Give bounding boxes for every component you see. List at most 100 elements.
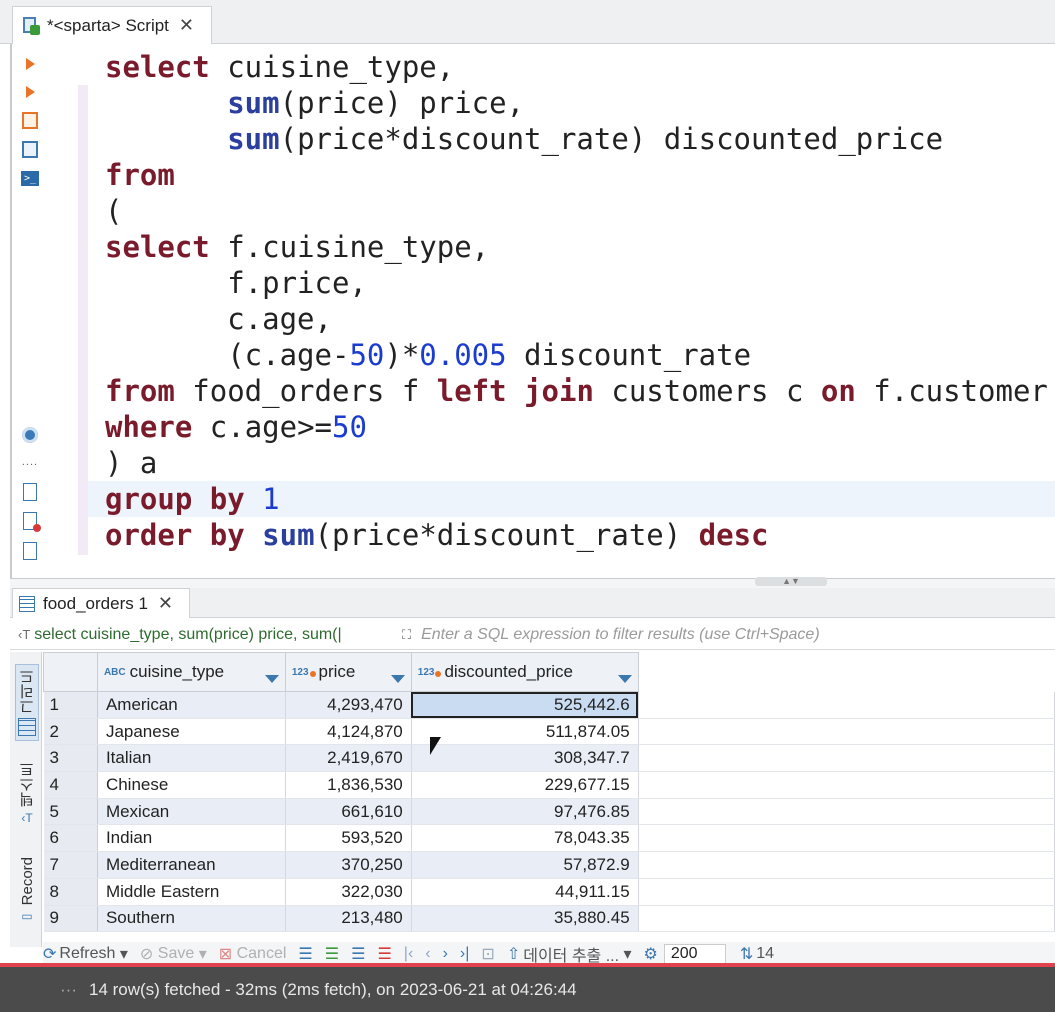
cell-cuisine-type[interactable]: Middle Eastern bbox=[97, 878, 286, 906]
column-header-price[interactable]: 123 price bbox=[284, 652, 412, 692]
row-number[interactable]: 3 bbox=[43, 744, 98, 773]
table-row[interactable]: 1 American 4,293,470 525,442.6 bbox=[43, 691, 1055, 719]
table-row[interactable]: 8 Middle Eastern 322,030 44,911.15 bbox=[43, 878, 1055, 906]
fetch-all-icon[interactable]: ⊡ bbox=[481, 944, 494, 964]
copy-row-icon[interactable]: ☰ bbox=[351, 944, 365, 964]
last-page-icon[interactable]: ›| bbox=[460, 945, 469, 963]
cell-price[interactable]: 4,124,870 bbox=[285, 718, 412, 746]
save-button[interactable]: ⊘ Save ▾ bbox=[140, 944, 207, 964]
variables-icon[interactable] bbox=[20, 541, 40, 561]
row-number[interactable]: 1 bbox=[43, 691, 98, 719]
sql-code[interactable]: select cuisine_type, sum(price) price, s… bbox=[105, 49, 1048, 553]
pane-splitter[interactable] bbox=[10, 578, 1055, 588]
column-header-discounted-price[interactable]: 123 discounted_price bbox=[410, 652, 639, 692]
code-line[interactable]: sum(price*discount_rate) discounted_pric… bbox=[105, 121, 1048, 157]
next-page-icon[interactable]: › bbox=[443, 945, 448, 963]
cell-price[interactable]: 4,293,470 bbox=[285, 691, 412, 719]
table-row[interactable]: 5 Mexican 661,610 97,476.85 bbox=[43, 798, 1055, 826]
expand-icon[interactable]: ⛶ bbox=[402, 627, 411, 643]
cell-price[interactable]: 2,419,670 bbox=[285, 744, 412, 773]
settings-gear-icon[interactable]: ⚙ bbox=[644, 944, 658, 964]
execute-statement-icon[interactable] bbox=[20, 54, 40, 74]
cell-discounted-price[interactable]: 525,442.6 bbox=[411, 691, 639, 719]
code-line[interactable]: select cuisine_type, bbox=[105, 49, 1048, 85]
code-line[interactable]: from bbox=[105, 157, 1048, 193]
table-row[interactable]: 7 Mediterranean 370,250 57,872.9 bbox=[43, 851, 1055, 879]
row-number[interactable]: 7 bbox=[43, 851, 98, 879]
code-line[interactable]: select f.cuisine_type, bbox=[105, 229, 1048, 265]
code-line[interactable]: where c.age>=50 bbox=[105, 409, 1048, 445]
cell-price[interactable]: 661,610 bbox=[285, 798, 412, 826]
code-line[interactable]: ( bbox=[105, 193, 1048, 229]
sort-icon[interactable] bbox=[617, 674, 632, 683]
cell-discounted-price[interactable]: 97,476.85 bbox=[411, 798, 639, 826]
row-number[interactable]: 8 bbox=[43, 878, 98, 906]
cell-cuisine-type[interactable]: Japanese bbox=[97, 718, 286, 746]
tab-script[interactable]: *<sparta> Script ✕ bbox=[12, 6, 212, 44]
cell-price[interactable]: 593,520 bbox=[285, 824, 412, 853]
settings-gear-icon[interactable] bbox=[20, 425, 40, 445]
cell-discounted-price[interactable]: 229,677.15 bbox=[411, 771, 639, 799]
cell-price[interactable]: 1,836,530 bbox=[285, 771, 412, 799]
code-line[interactable]: f.price, bbox=[105, 265, 1048, 301]
results-grid[interactable]: ABC cuisine_type 123 price 123 discounted_p… bbox=[43, 652, 1055, 942]
export-icon[interactable] bbox=[20, 482, 40, 502]
first-page-icon[interactable]: |‹ bbox=[404, 945, 413, 963]
explain-plan-icon[interactable] bbox=[20, 139, 40, 159]
cell-cuisine-type[interactable]: Italian bbox=[97, 744, 286, 773]
tab-grid-view[interactable]: 그리드 bbox=[15, 664, 39, 741]
table-row[interactable]: 4 Chinese 1,836,530 229,677.15 bbox=[43, 771, 1055, 799]
cell-discounted-price[interactable]: 511,874.05 bbox=[411, 718, 639, 746]
column-header-cuisine-type[interactable]: ABC cuisine_type bbox=[96, 652, 286, 692]
cell-discounted-price[interactable]: 308,347.7 bbox=[411, 744, 639, 773]
code-line[interactable]: sum(price) price, bbox=[105, 85, 1048, 121]
query-preview[interactable]: ‹T select cuisine_type, sum(price) price,… bbox=[10, 626, 402, 644]
table-row[interactable]: 3 Italian 2,419,670 308,347.7 bbox=[43, 744, 1055, 773]
add-row-icon[interactable]: ☰ bbox=[325, 944, 339, 964]
table-row[interactable]: 6 Indian 593,520 78,043.35 bbox=[43, 824, 1055, 853]
code-line[interactable]: (c.age-50)*0.005 discount_rate bbox=[105, 337, 1048, 373]
cell-discounted-price[interactable]: 44,911.15 bbox=[411, 878, 639, 906]
tab-record-view[interactable]: Record ▭ bbox=[15, 857, 39, 923]
cell-cuisine-type[interactable]: Southern bbox=[97, 905, 286, 933]
cell-price[interactable]: 370,250 bbox=[285, 851, 412, 879]
filter-input[interactable]: Enter a SQL expression to filter results… bbox=[421, 626, 820, 644]
code-line[interactable]: order by sum(price*discount_rate) desc bbox=[105, 517, 1048, 553]
code-line[interactable]: c.age, bbox=[105, 301, 1048, 337]
cell-price[interactable]: 322,030 bbox=[285, 878, 412, 906]
cell-discounted-price[interactable]: 35,880.45 bbox=[411, 905, 639, 933]
sql-editor[interactable]: select cuisine_type, sum(price) price, s… bbox=[88, 44, 1055, 584]
cell-cuisine-type[interactable]: American bbox=[97, 691, 286, 719]
row-number[interactable]: 5 bbox=[43, 798, 98, 826]
table-row[interactable]: 9 Southern 213,480 35,880.45 bbox=[43, 905, 1055, 933]
code-line[interactable]: from food_orders f left join customers c… bbox=[105, 373, 1048, 409]
terminal-icon[interactable]: >_ bbox=[20, 168, 40, 188]
cell-discounted-price[interactable]: 57,872.9 bbox=[411, 851, 639, 879]
cancel-button[interactable]: ⊠ Cancel bbox=[219, 944, 287, 964]
cell-cuisine-type[interactable]: Mexican bbox=[97, 798, 286, 826]
close-icon[interactable]: ✕ bbox=[158, 593, 173, 614]
sort-icon[interactable] bbox=[390, 674, 405, 683]
code-line[interactable]: ) a bbox=[105, 445, 1048, 481]
previous-page-icon[interactable]: ‹ bbox=[425, 945, 430, 963]
cell-discounted-price[interactable]: 78,043.35 bbox=[411, 824, 639, 853]
cell-price[interactable]: 213,480 bbox=[285, 905, 412, 933]
fetch-size-input[interactable]: 200 bbox=[663, 944, 726, 964]
row-number[interactable]: 4 bbox=[43, 771, 98, 799]
edit-row-icon[interactable]: ☰ bbox=[298, 944, 312, 964]
tab-text-view[interactable]: 텍스트 ‹T bbox=[15, 762, 39, 825]
execute-script-icon[interactable] bbox=[20, 110, 40, 130]
close-icon[interactable]: ✕ bbox=[179, 15, 194, 36]
cell-cuisine-type[interactable]: Mediterranean bbox=[97, 851, 286, 879]
refresh-button[interactable]: ⟳ Refresh ▾ bbox=[43, 944, 128, 964]
sort-icon[interactable] bbox=[264, 674, 279, 683]
more-dots-icon[interactable]: .... bbox=[20, 452, 40, 472]
tab-food-orders[interactable]: food_orders 1 ✕ bbox=[12, 588, 190, 618]
error-log-icon[interactable] bbox=[20, 511, 41, 532]
row-number[interactable]: 9 bbox=[43, 905, 98, 933]
cell-cuisine-type[interactable]: Indian bbox=[97, 824, 286, 853]
table-row[interactable]: 2 Japanese 4,124,870 511,874.05 bbox=[43, 718, 1055, 746]
row-number[interactable]: 6 bbox=[43, 824, 98, 853]
code-line[interactable]: group by 1 bbox=[105, 481, 1048, 517]
splitter-handle-icon[interactable]: ▲▼ bbox=[755, 577, 827, 586]
